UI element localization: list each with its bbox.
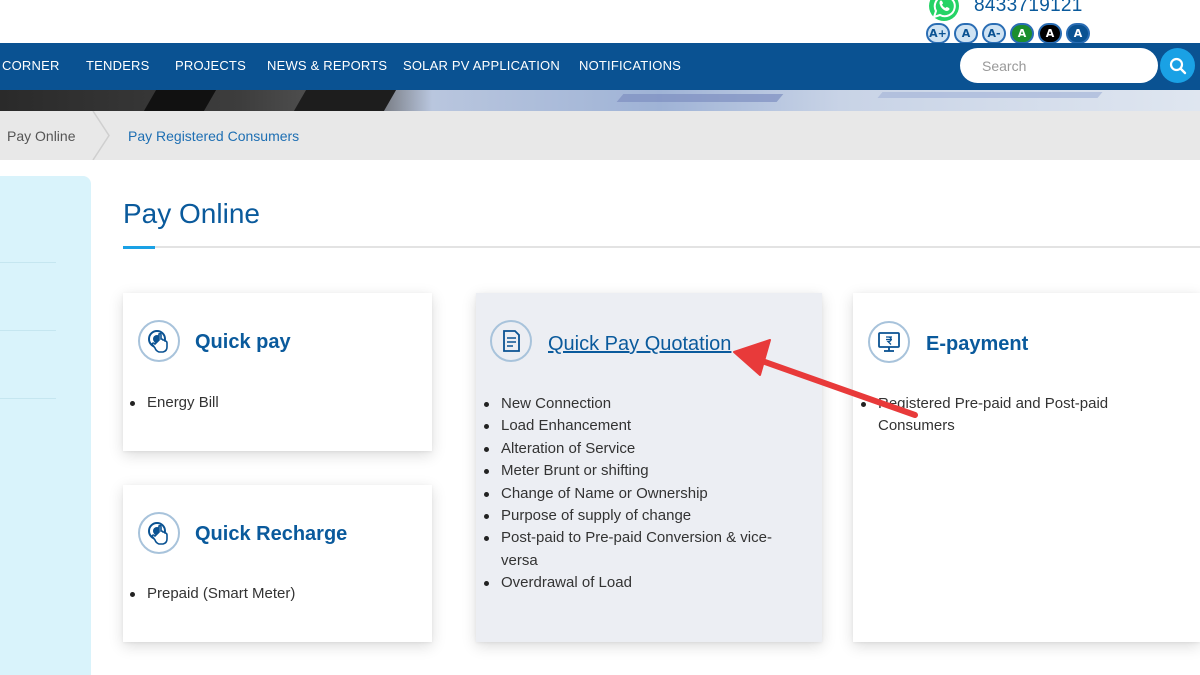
search-input[interactable] (960, 48, 1158, 83)
nav-item-corner[interactable]: CORNER (2, 58, 60, 73)
document-icon (490, 320, 532, 362)
title-accent-bar (123, 246, 155, 249)
card-list-quick-pay: Energy Bill (123, 392, 423, 414)
nav-item-news-reports[interactable]: NEWS & REPORTS (267, 58, 387, 73)
quick-pay-quotation-link[interactable]: Quick Pay Quotation (548, 333, 731, 356)
breadcrumb-separator-icon (92, 111, 110, 160)
nav-item-notifications[interactable]: NOTIFICATIONS (579, 58, 681, 73)
font-increase-button[interactable]: A+ (926, 23, 950, 44)
page-root: 8433719121 A+ A A- A A A CORNER TENDERS … (0, 0, 1200, 675)
nav-item-tenders[interactable]: TENDERS (86, 58, 150, 73)
nav-item-projects[interactable]: PROJECTS (175, 58, 246, 73)
list-item[interactable]: Registered Pre-paid and Post-paid Consum… (854, 393, 1174, 438)
card-title-quick-recharge[interactable]: Quick Recharge (195, 523, 347, 546)
search-icon (1169, 57, 1186, 74)
hero-banner (0, 90, 1200, 111)
title-divider (123, 246, 1200, 248)
card-quick-recharge[interactable]: Quick Recharge Prepaid (Smart Meter) (123, 485, 432, 642)
card-list-quick-pay-quotation: New Connection Load Enhancement Alterati… (477, 393, 797, 595)
search-button[interactable] (1160, 48, 1195, 83)
card-title-e-payment[interactable]: E-payment (926, 333, 1028, 356)
list-item[interactable]: Change of Name or Ownership (477, 483, 797, 505)
theme-green-button[interactable]: A (1010, 23, 1034, 44)
list-item[interactable]: New Connection (477, 393, 797, 415)
list-item[interactable]: Meter Brunt or shifting (477, 460, 797, 482)
card-list-e-payment: Registered Pre-paid and Post-paid Consum… (854, 393, 1174, 438)
nav-item-solar-pv-application[interactable]: SOLAR PV APPLICATION (403, 58, 560, 73)
main-navbar: CORNER TENDERS PROJECTS NEWS & REPORTS S… (0, 43, 1200, 90)
page-title: Pay Online (123, 198, 260, 229)
theme-blue-button[interactable]: A (1066, 23, 1090, 44)
list-item[interactable]: Overdrawal of Load (477, 572, 797, 594)
font-size-controls: A+ A A- A A A (926, 23, 1090, 44)
breadcrumb: Pay Online Pay Registered Consumers (0, 111, 1200, 160)
list-item[interactable]: Purpose of supply of change (477, 505, 797, 527)
side-panel (0, 176, 91, 675)
hand-pointer-icon (138, 512, 180, 554)
top-bar: 8433719121 A+ A A- A A A (0, 0, 1200, 44)
card-title-quick-pay[interactable]: Quick pay (195, 331, 291, 354)
list-item[interactable]: Energy Bill (123, 392, 423, 414)
list-item[interactable]: Post-paid to Pre-paid Conversion & vice-… (477, 527, 797, 572)
card-list-quick-recharge: Prepaid (Smart Meter) (123, 583, 423, 605)
font-decrease-button[interactable]: A- (982, 23, 1006, 44)
breadcrumb-item-pay-online[interactable]: Pay Online (7, 128, 75, 144)
font-normal-button[interactable]: A (954, 23, 978, 44)
phone-number[interactable]: 8433719121 (974, 0, 1083, 17)
list-item[interactable]: Prepaid (Smart Meter) (123, 583, 423, 605)
breadcrumb-item-pay-registered-consumers[interactable]: Pay Registered Consumers (128, 128, 299, 144)
list-item[interactable]: Load Enhancement (477, 415, 797, 437)
card-quick-pay[interactable]: Quick pay Energy Bill (123, 293, 432, 451)
hand-pointer-icon (138, 320, 180, 362)
whatsapp-icon[interactable] (928, 0, 960, 22)
card-quick-pay-quotation[interactable]: Quick Pay Quotation New Connection Load … (476, 293, 822, 642)
card-e-payment[interactable]: E-payment Registered Pre-paid and Post-p… (853, 293, 1200, 642)
theme-dark-button[interactable]: A (1038, 23, 1062, 44)
monitor-rupee-icon (868, 321, 910, 363)
list-item[interactable]: Alteration of Service (477, 438, 797, 460)
